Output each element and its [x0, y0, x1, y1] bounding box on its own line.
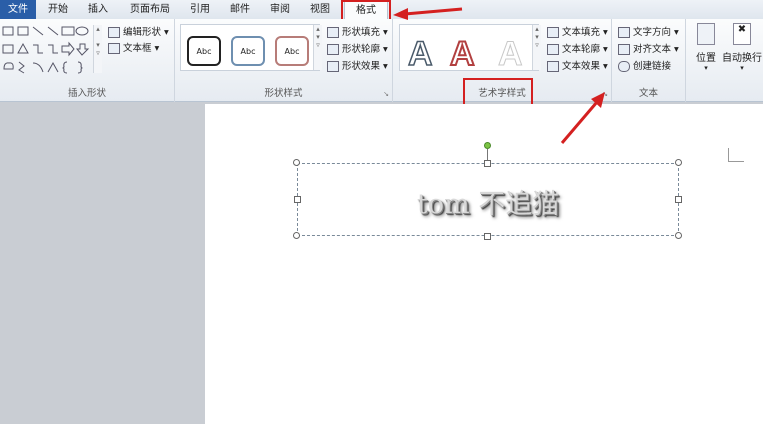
dialog-launcher-icon[interactable]: ↘ [383, 90, 389, 98]
text-outline-button[interactable]: 文本轮廓 ▾ [547, 41, 608, 55]
shape-style-blue[interactable]: Abc [231, 36, 265, 66]
group-label: 插入形状 [67, 88, 106, 99]
tab-file[interactable]: 文件 [0, 0, 36, 19]
resize-handle[interactable] [293, 159, 300, 166]
margin-corner-mark [728, 148, 744, 162]
shape-style-red[interactable]: Abc [275, 36, 309, 66]
effects-icon [327, 61, 339, 72]
shape-effects-button[interactable]: 形状效果 ▾ [327, 58, 388, 72]
group-label: 文本 [638, 88, 658, 99]
resize-handle[interactable] [675, 196, 682, 203]
shapes-gallery-icon[interactable] [2, 25, 94, 77]
wordart-style-outline[interactable]: A [407, 34, 433, 74]
wordart-text[interactable]: tom 不追猫 [298, 182, 678, 221]
wordart-style-red[interactable]: A [449, 34, 476, 74]
position-button[interactable]: 位置 ▾ [692, 23, 720, 72]
rotation-handle[interactable] [484, 142, 491, 149]
shape-styles-scroll[interactable]: ▴ ▾ ▿ [313, 25, 322, 70]
text-direction-icon [618, 27, 630, 38]
text-effects-button[interactable]: 文本效果 ▾ [547, 58, 608, 72]
align-text-button[interactable]: 对齐文本 ▾ [618, 41, 679, 55]
position-icon [697, 23, 715, 45]
tab-mailings[interactable]: 邮件 [222, 0, 258, 19]
text-fill-icon [547, 27, 559, 38]
group-text: 文字方向 ▾ 对齐文本 ▾ 创建链接 文本 [612, 19, 686, 102]
edit-shape-button[interactable]: 编辑形状 ▾ [108, 24, 169, 38]
wordart-textbox[interactable]: tom 不追猫 [297, 163, 679, 236]
text-effects-icon [547, 61, 559, 72]
tab-home[interactable]: 开始 [40, 0, 76, 19]
tab-review[interactable]: 审阅 [262, 0, 298, 19]
shape-style-black[interactable]: Abc [187, 36, 221, 66]
resize-handle[interactable] [675, 159, 682, 166]
resize-handle[interactable] [484, 233, 491, 240]
wordart-style-light[interactable]: A [498, 35, 524, 74]
edit-shape-icon [108, 27, 120, 38]
document-page[interactable] [205, 104, 763, 424]
group-shape-styles: Abc Abc Abc ▴ ▾ ▿ 形状填充 ▾ 形状轮廓 ▾ 形状效果 ▾ 形状样… [175, 19, 393, 102]
group-label: 形状样式 [264, 88, 303, 99]
wrap-text-icon: ✖ [733, 23, 751, 45]
tab-insert[interactable]: 插入 [80, 0, 116, 19]
wrap-text-button[interactable]: ✖ 自动换行 ▾ [722, 23, 762, 72]
resize-handle[interactable] [675, 232, 682, 239]
tab-page-layout[interactable]: 页面布局 [122, 0, 178, 19]
text-fill-button[interactable]: 文本填充 ▾ [547, 24, 608, 38]
shape-styles-gallery: Abc Abc Abc [180, 24, 320, 71]
resize-handle[interactable] [293, 232, 300, 239]
highlight-wordart-label [463, 78, 533, 106]
shapes-gallery-scroll[interactable]: ▴ ▾ ▿ [93, 25, 102, 73]
tab-view[interactable]: 视图 [302, 0, 338, 19]
wordart-scroll[interactable]: ▴ ▾ ▿ [532, 25, 541, 70]
group-arrange: 位置 ▾ ✖ 自动换行 ▾ [686, 19, 763, 102]
align-text-icon [618, 44, 630, 55]
ribbon: ▴ ▾ ▿ 编辑形状 ▾ 文本框 ▾ 插入形状 Abc Abc Abc ▴ ▾ ▿ 形状… [0, 19, 763, 106]
link-icon [618, 61, 630, 72]
text-box-button[interactable]: 文本框 ▾ [108, 40, 159, 54]
create-link-button[interactable]: 创建链接 [618, 58, 671, 72]
pencil-icon [327, 44, 339, 55]
text-outline-icon [547, 44, 559, 55]
text-direction-button[interactable]: 文字方向 ▾ [618, 24, 679, 38]
resize-handle[interactable] [294, 196, 301, 203]
shape-outline-button[interactable]: 形状轮廓 ▾ [327, 41, 388, 55]
resize-handle[interactable] [484, 160, 491, 167]
paint-bucket-icon [327, 27, 339, 38]
wordart-gallery: A A A [399, 24, 539, 74]
tab-references[interactable]: 引用 [182, 0, 218, 19]
group-insert-shapes: ▴ ▾ ▿ 编辑形状 ▾ 文本框 ▾ 插入形状 [0, 19, 175, 102]
dialog-launcher-icon[interactable]: ↘ [602, 90, 608, 98]
text-box-icon [108, 43, 120, 54]
shape-fill-button[interactable]: 形状填充 ▾ [327, 24, 388, 38]
